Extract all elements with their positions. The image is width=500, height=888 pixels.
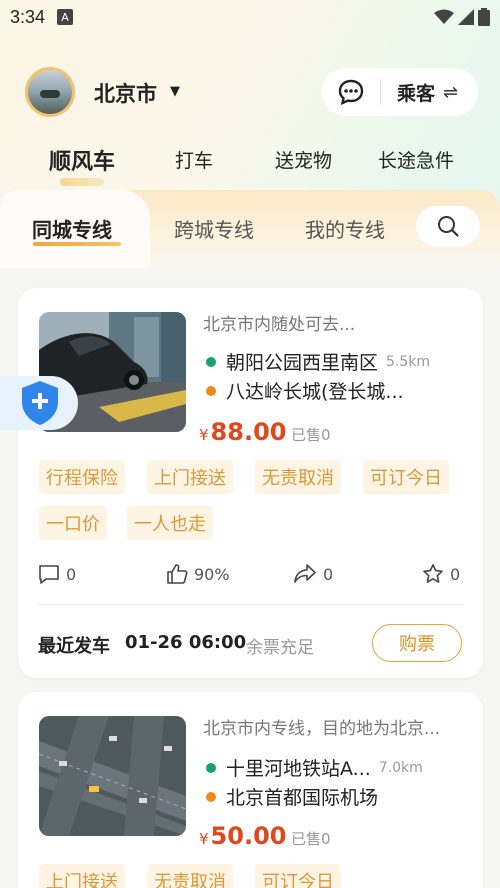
- tab-taxi[interactable]: 打车: [175, 146, 213, 173]
- comment-stat[interactable]: 0: [38, 563, 76, 585]
- origin-name: 十里河地铁站A...: [226, 758, 371, 780]
- notification-a-icon: A: [57, 9, 74, 25]
- like-stat[interactable]: 90%: [166, 563, 230, 585]
- signal-icon: [458, 9, 474, 25]
- tag: 行程保险: [39, 460, 125, 494]
- star-icon: [423, 564, 443, 583]
- buy-ticket-button[interactable]: 购票: [372, 624, 462, 662]
- depart-label: 最近发车: [38, 636, 110, 657]
- tag: 上门接送: [147, 460, 233, 494]
- card-stats: 0 90% 0 0: [38, 563, 463, 591]
- price: ¥ 88.00: [199, 418, 286, 446]
- tab-city-line[interactable]: 同城专线: [32, 214, 112, 243]
- tab-shunfengche[interactable]: 顺风车: [49, 144, 115, 176]
- like-rate: 90%: [194, 564, 230, 584]
- route-origin: 十里河地铁站A... 7.0km: [206, 754, 423, 781]
- shield-plus-icon: [22, 381, 58, 425]
- tag: 无责取消: [255, 460, 341, 494]
- favorite-count: 0: [450, 564, 461, 584]
- depart-time: 01-26 06:00: [125, 632, 247, 653]
- tab-intercity-line[interactable]: 跨城专线: [174, 214, 254, 243]
- price-amount: 50.00: [210, 822, 287, 850]
- tab-pet-delivery[interactable]: 送宠物: [275, 146, 332, 173]
- insurance-float-button[interactable]: [0, 376, 78, 430]
- sub-tab-indicator: [33, 242, 121, 246]
- origin-distance: 5.5km: [386, 353, 431, 370]
- search-button[interactable]: [416, 206, 480, 246]
- tag: 一口价: [39, 506, 107, 540]
- sold-count: 已售0: [291, 426, 331, 444]
- route-title: 北京市内随处可去...: [203, 315, 356, 335]
- route-card[interactable]: 北京市内专线，目的地为北京... 十里河地铁站A... 7.0km 北京首都国际…: [18, 692, 483, 888]
- tag: 一人也走: [127, 506, 213, 540]
- tag: 可订今日: [255, 864, 341, 888]
- price-amount: 88.00: [210, 418, 287, 446]
- price-currency: ¥: [199, 426, 209, 444]
- route-image-highway: [39, 716, 186, 836]
- sold-count: 已售0: [291, 830, 331, 848]
- tag: 可订今日: [363, 460, 449, 494]
- wifi-icon: [434, 9, 454, 24]
- tag: 无责取消: [147, 864, 233, 888]
- route-destination: 八达岭长城(登长城...: [206, 377, 404, 404]
- main-tab-indicator: [60, 178, 104, 186]
- comment-count: 0: [66, 564, 77, 584]
- role-switch-pill: 乘客 ⇌: [322, 68, 478, 116]
- city-selector[interactable]: 北京市: [94, 78, 157, 108]
- share-icon: [294, 564, 316, 583]
- caret-down-icon[interactable]: ▼: [170, 84, 180, 99]
- ticket-status: 余票充足: [246, 638, 314, 658]
- card-divider: [38, 604, 463, 605]
- route-origin: 朝阳公园西里南区 5.5km: [206, 348, 430, 375]
- price: ¥ 50.00: [199, 822, 286, 850]
- share-stat[interactable]: 0: [293, 563, 333, 585]
- status-icons: [434, 8, 490, 26]
- favorite-stat[interactable]: 0: [422, 563, 460, 585]
- user-avatar[interactable]: [25, 67, 75, 117]
- swap-icon[interactable]: ⇌: [443, 82, 458, 103]
- tab-long-distance-express[interactable]: 长途急件: [378, 146, 454, 173]
- origin-name: 朝阳公园西里南区: [226, 352, 379, 374]
- main-tabs: 顺风车 打车 送宠物 长途急件: [0, 140, 500, 186]
- destination-name: 北京首都国际机场: [226, 787, 379, 809]
- search-icon: [438, 216, 459, 237]
- message-button[interactable]: [322, 68, 380, 116]
- chat-bubble-icon: [338, 79, 364, 106]
- role-label[interactable]: 乘客: [397, 79, 435, 106]
- route-title: 北京市内专线，目的地为北京...: [203, 719, 441, 739]
- share-count: 0: [323, 564, 334, 584]
- origin-dot: [206, 356, 216, 367]
- price-currency: ¥: [199, 830, 209, 848]
- destination-dot: [206, 385, 216, 396]
- status-bar: 3:34 A: [0, 0, 500, 34]
- destination-name: 八达岭长城(登长城...: [226, 381, 404, 403]
- origin-dot: [206, 762, 216, 773]
- tag: 上门接送: [39, 864, 125, 888]
- pill-divider: [380, 79, 381, 105]
- tab-my-lines[interactable]: 我的专线: [305, 214, 385, 243]
- comment-icon: [39, 565, 59, 584]
- sub-tabs: 同城专线 跨城专线 我的专线: [0, 190, 500, 270]
- app-header: 北京市 ▼ 乘客 ⇌: [0, 62, 500, 122]
- battery-icon: [478, 8, 490, 26]
- route-card[interactable]: 北京市内随处可去... 朝阳公园西里南区 5.5km 八达岭长城(登长城... …: [18, 288, 483, 678]
- route-destination: 北京首都国际机场: [206, 783, 378, 810]
- origin-distance: 7.0km: [378, 759, 423, 776]
- thumbs-up-icon: [167, 564, 188, 584]
- destination-dot: [206, 791, 216, 802]
- status-time: 3:34: [10, 6, 46, 27]
